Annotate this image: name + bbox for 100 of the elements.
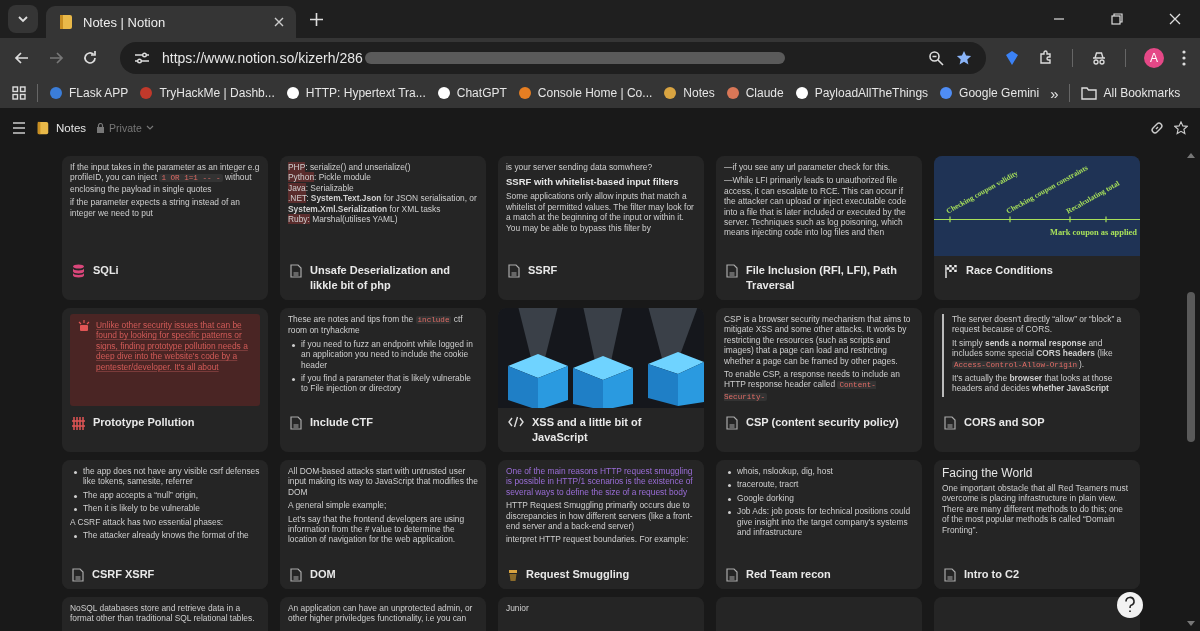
bookmark-link[interactable]: ChatGPT <box>436 86 507 100</box>
site-icon <box>139 86 154 100</box>
note-text: PHP: serialize() and unserialize() <box>288 162 412 173</box>
tab-search-button[interactable] <box>8 5 38 33</box>
gallery-card[interactable] <box>62 460 268 589</box>
bookmark-link[interactable]: Google Gemini <box>939 86 1040 100</box>
gallery-card[interactable]: An application can have an unprotected admin, or other higher priviledges functionality, i.e you can <box>280 597 486 631</box>
card-title: Unsafe Deserialization and likkle bit of php <box>310 263 451 293</box>
puzzle-icon[interactable] <box>1038 50 1054 66</box>
card-title: SSRF <box>528 263 558 278</box>
gallery-card[interactable] <box>934 460 1140 589</box>
caret-icon <box>145 125 154 131</box>
page-icon <box>944 568 956 582</box>
card-title: Race Conditions <box>966 263 1053 278</box>
link-icon[interactable] <box>1150 121 1164 135</box>
bookmark-link[interactable]: Claude <box>725 86 784 100</box>
gallery-card[interactable] <box>280 308 486 452</box>
menu-icon[interactable] <box>12 122 26 134</box>
page-icon <box>508 264 520 278</box>
incognito-icon[interactable] <box>1091 50 1107 66</box>
shield-icon[interactable] <box>1004 50 1020 66</box>
scroll-down-icon[interactable] <box>1187 621 1195 627</box>
notebook-icon <box>36 121 50 135</box>
close-icon[interactable] <box>1169 13 1181 25</box>
help-icon[interactable] <box>1116 591 1144 619</box>
bookmark-link[interactable]: FLask APP <box>49 86 129 100</box>
restore-icon[interactable] <box>1111 13 1123 25</box>
note-text: All DOM-based attacks start with untrusted user input making its way to JavaScript that modifies the DOM <box>288 466 478 498</box>
checkered-flag-icon <box>944 264 958 278</box>
star-icon[interactable] <box>956 50 972 66</box>
scrollbar-thumb[interactable] <box>1187 292 1195 442</box>
page-icon <box>726 568 738 582</box>
note-text: HTTP Request Smuggling primarily occurs due to discrepancies in how different servers (like a front-end server and a back-end server) <box>506 500 694 532</box>
site-icon <box>517 86 532 100</box>
page-title[interactable]: Notes <box>56 122 87 134</box>
browser-tab[interactable]: Notes | Notion <box>46 6 296 38</box>
list-item: Then it is likely to be vulnerable <box>70 503 260 514</box>
back-icon[interactable] <box>14 50 30 66</box>
lock-icon <box>96 123 106 133</box>
profile-avatar[interactable]: A <box>1144 48 1164 68</box>
address-bar[interactable]: https://www.notion.so/kizerh/286 <box>120 42 986 74</box>
bookmark-link[interactable]: PayloadAllTheThings <box>794 86 929 100</box>
apps-icon[interactable] <box>12 86 26 100</box>
note-text: Some applications only allow inputs that match a whitelist of permitted values. The filter may look for a match at the beginning of the input or within it. You may be able to bypass this filter by <box>506 191 695 234</box>
card-title: CSRF XSRF <box>92 567 155 582</box>
forward-icon[interactable] <box>48 50 64 66</box>
gallery-card[interactable] <box>280 156 486 300</box>
page-icon <box>944 416 956 430</box>
list-item: Job Ads: job posts for technical positions could give insight into the target company's systems and infrastructure <box>724 506 914 538</box>
list-item: the app does not have any visible csrf defenses like tokens, samesite, referrer <box>70 466 260 487</box>
callout-text: Unlike other security issues that can be found by looking for specific patterns or signs, finding prototype pollution needs a deep dive into the website's code by a pentester/developer. It's all about <box>96 320 249 374</box>
privacy-button[interactable]: Private <box>96 122 154 134</box>
timeline-label: Mark coupon as applied <box>1050 228 1137 237</box>
note-text: —if you see any url parameter check for this. <box>724 162 892 173</box>
bookmark-link[interactable]: TryHackMe | Dashb... <box>139 86 275 100</box>
gallery-card[interactable] <box>62 156 268 300</box>
bookmark-link[interactable]: Console Home | Co... <box>517 86 653 100</box>
note-text: CSP is a browser security mechanism that aims to mitigate XSS and some other attacks. It works by restricting the resources (such as scripts and images) that a page can load and restricting whether a page can be framed by other pages. <box>724 314 912 367</box>
gallery-card[interactable] <box>716 308 922 452</box>
scroll-up-icon[interactable] <box>1187 152 1195 158</box>
gallery-card[interactable]: NoSQL databases store and retrieve data in a format other than traditional SQL relational tables. <box>62 597 268 631</box>
note-text: A CSRF attack has two essential phases: <box>70 516 225 528</box>
page-icon <box>290 568 302 582</box>
site-settings-icon[interactable] <box>134 51 150 65</box>
gallery-card[interactable]: Junior <box>498 597 704 631</box>
gallery-card[interactable]: whois, nslookup, dig, host traceroute, tracrt Google dorking Job Ads: job posts for technical positions could give insight into the target company's systems and infrastructure Red Team recon <box>716 460 922 589</box>
zoom-icon[interactable] <box>928 50 944 66</box>
page-icon <box>726 416 738 430</box>
note-text: NoSQL databases store and retrieve data in a format other than traditional SQL relational tables. <box>70 603 256 624</box>
star-icon[interactable] <box>1174 121 1188 135</box>
note-text: Junior <box>506 603 530 614</box>
new-tab-icon[interactable] <box>310 12 323 26</box>
gallery-card[interactable] <box>280 460 486 589</box>
quote-text: It's actually the browser that looks at those headers and decides whether JavaScript <box>942 373 1132 397</box>
more-bookmarks-button[interactable]: » <box>1050 84 1059 102</box>
page-icon <box>72 568 84 582</box>
site-icon <box>663 86 678 100</box>
note-text: is your server sending data somwhere? <box>506 162 654 173</box>
list-item: Google dorking <box>724 492 914 504</box>
list-item: if you need to fuzz an endpoint while logged in an application you need to include the cookie header <box>288 338 478 371</box>
close-icon[interactable] <box>274 17 284 27</box>
gallery-card[interactable] <box>498 156 704 300</box>
note-text: —While LFI primarily leads to unauthorized file access, it can escalate to RCE. This can occur if the attacker can upload or inject executable code into a file that is later included or executed by the server. Techniques such as log poisoning, which means injecting code into log files and then <box>724 175 908 238</box>
card-title: CORS and SOP <box>964 415 1045 430</box>
card-title: XSS and a little bit of JavaScript <box>532 415 643 445</box>
bookmark-link[interactable]: HTTP: Hypertext Tra... <box>285 86 426 100</box>
site-icon <box>49 86 63 100</box>
gallery-card[interactable] <box>498 460 704 589</box>
notebook-icon <box>58 14 74 30</box>
card-title: DOM <box>310 567 336 582</box>
list-item: The app accepts a “null” origin, <box>70 489 260 501</box>
all-bookmarks-link[interactable]: All Bookmarks <box>1081 86 1181 100</box>
note-text: Java: Serializable <box>288 182 355 194</box>
note-text: One of the main reasons HTTP request smuggling is possible in HTTP/1 scenarios is the existence of several ways to define the size of a request body <box>506 466 694 498</box>
reload-icon[interactable] <box>82 50 98 66</box>
gallery-card[interactable] <box>716 156 922 300</box>
database-icon <box>72 264 85 278</box>
gallery-card[interactable] <box>934 308 1140 452</box>
bookmark-link[interactable]: Notes <box>663 86 715 100</box>
menu-icon[interactable] <box>1182 50 1186 66</box>
